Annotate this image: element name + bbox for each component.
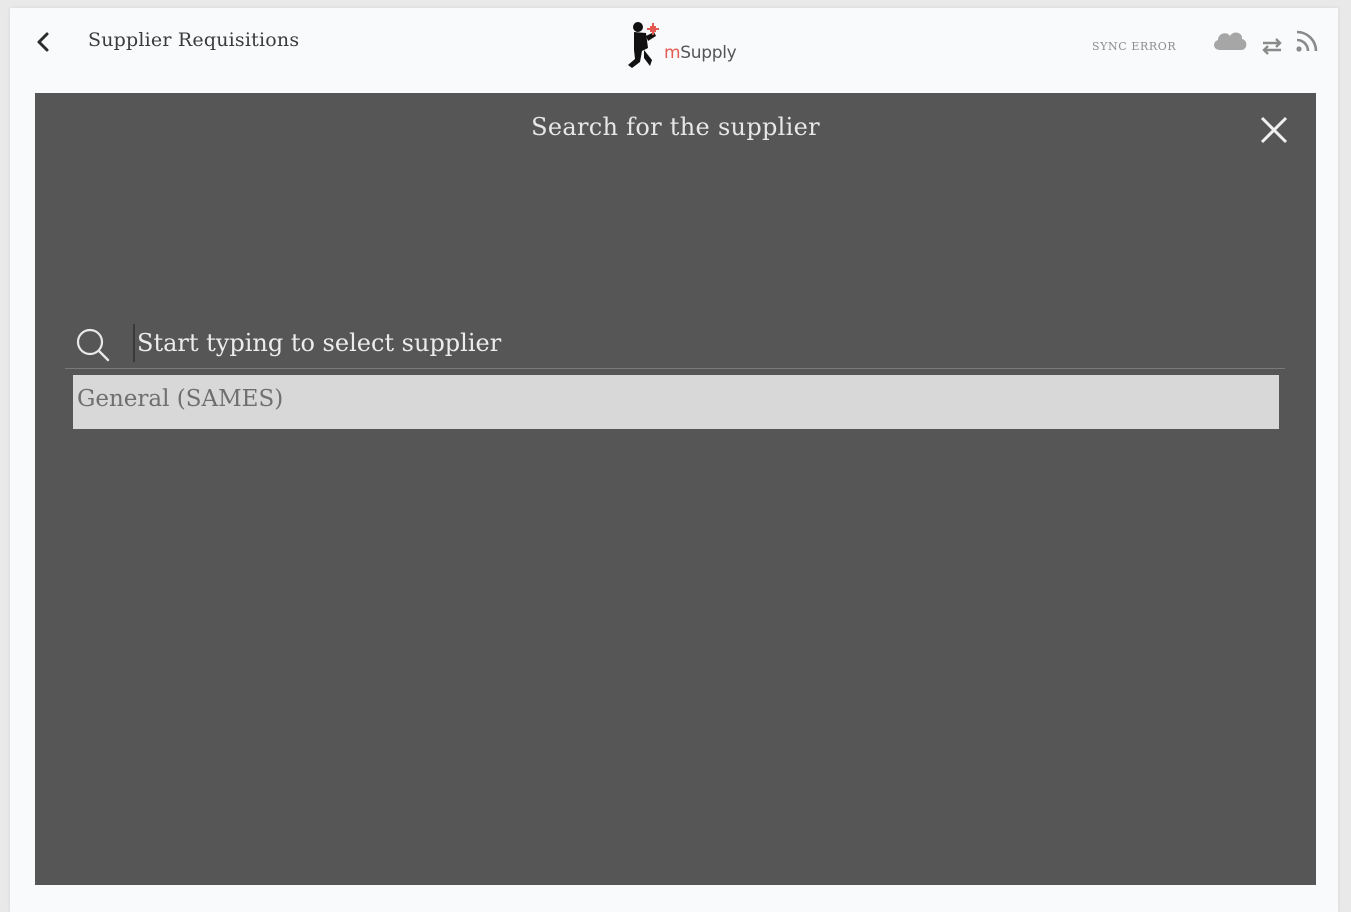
sync-status-label: SYNC ERROR	[1092, 40, 1177, 53]
supplier-results-list: General (SAMES)	[73, 375, 1279, 429]
supplier-search-bar	[65, 318, 1285, 369]
logo-runner-icon	[628, 22, 659, 68]
rss-icon[interactable]	[1294, 28, 1318, 54]
supplier-search-input[interactable]	[133, 324, 1277, 362]
sync-arrows-icon[interactable]	[1260, 36, 1284, 56]
msupply-logo: mSupply	[620, 18, 740, 76]
close-icon[interactable]	[1257, 113, 1291, 147]
modal-title: Search for the supplier	[531, 113, 820, 141]
search-icon	[76, 328, 110, 362]
chevron-left-icon[interactable]	[32, 28, 54, 56]
app-header: Supplier Requisitions mSupply SYNC ERROR	[10, 8, 1338, 86]
supplier-result-item[interactable]: General (SAMES)	[73, 375, 1279, 429]
supplier-result-label: General (SAMES)	[77, 386, 284, 412]
cloud-icon[interactable]	[1210, 26, 1250, 54]
app-window: Supplier Requisitions mSupply SYNC ERROR	[10, 8, 1338, 912]
logo-wordmark: mSupply	[664, 43, 737, 63]
page-title: Supplier Requisitions	[88, 29, 300, 51]
supplier-search-modal: Search for the supplier General (SAMES)	[35, 93, 1316, 885]
